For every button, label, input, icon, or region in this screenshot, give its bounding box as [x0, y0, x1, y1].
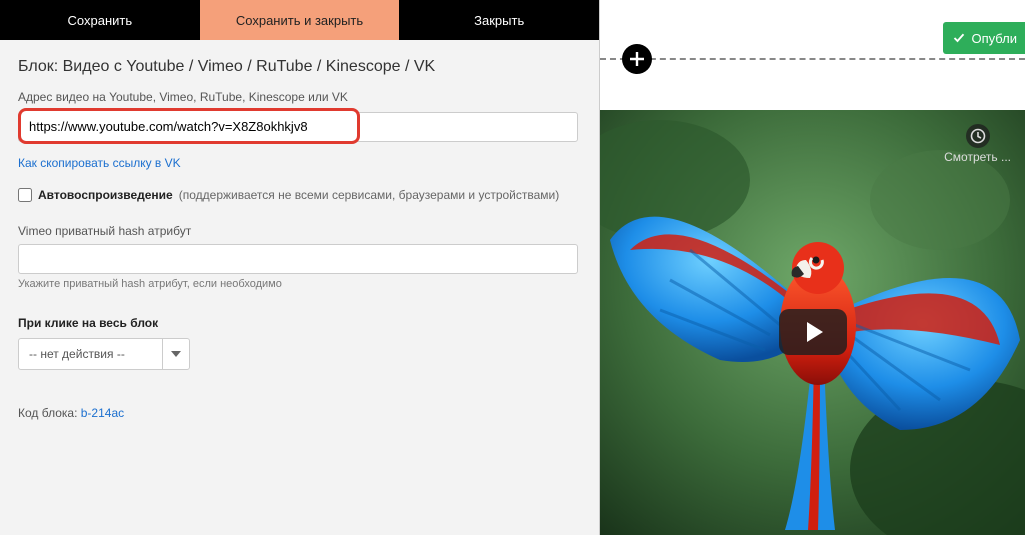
autoplay-checkbox[interactable] [18, 188, 32, 202]
autoplay-label: Автовоспроизведение [38, 188, 173, 202]
block-code-label: Код блока: [18, 406, 77, 420]
url-label: Адрес видео на Youtube, Vimeo, RuTube, K… [18, 90, 581, 104]
click-action-value: -- нет действия -- [19, 339, 163, 369]
watch-later-label: Смотреть ... [944, 150, 1011, 164]
tab-close[interactable]: Закрыть [399, 0, 599, 40]
check-icon [953, 32, 965, 44]
tab-save-close[interactable]: Сохранить и закрыть [200, 0, 400, 40]
add-section-button[interactable] [622, 44, 652, 74]
publish-label: Опубли [971, 31, 1017, 46]
play-icon [807, 322, 823, 342]
vk-help-link[interactable]: Как скопировать ссылку в VK [18, 156, 181, 170]
chevron-down-icon [163, 351, 189, 357]
clock-icon [966, 124, 990, 148]
hash-input[interactable] [18, 244, 578, 274]
click-action-select[interactable]: -- нет действия -- [18, 338, 190, 370]
watch-later-button[interactable]: Смотреть ... [944, 124, 1011, 164]
hash-hint: Укажите приватный hash атрибут, если нео… [18, 278, 581, 290]
block-title: Блок: Видео с Youtube / Vimeo / RuTube /… [18, 58, 581, 76]
hash-label: Vimeo приватный hash атрибут [18, 224, 581, 238]
video-url-highlight [18, 108, 360, 144]
autoplay-hint: (поддерживается не всеми сервисами, брау… [179, 188, 560, 202]
click-action-label: При клике на весь блок [18, 316, 581, 330]
video-url-input[interactable] [23, 113, 355, 139]
section-divider [600, 58, 1025, 60]
block-code-link[interactable]: b-214ac [81, 406, 124, 420]
video-preview[interactable]: Смотреть ... [600, 110, 1025, 535]
plus-icon [629, 51, 645, 67]
play-button[interactable] [779, 309, 847, 355]
tab-save[interactable]: Сохранить [0, 0, 200, 40]
publish-button[interactable]: Опубли [943, 22, 1025, 54]
